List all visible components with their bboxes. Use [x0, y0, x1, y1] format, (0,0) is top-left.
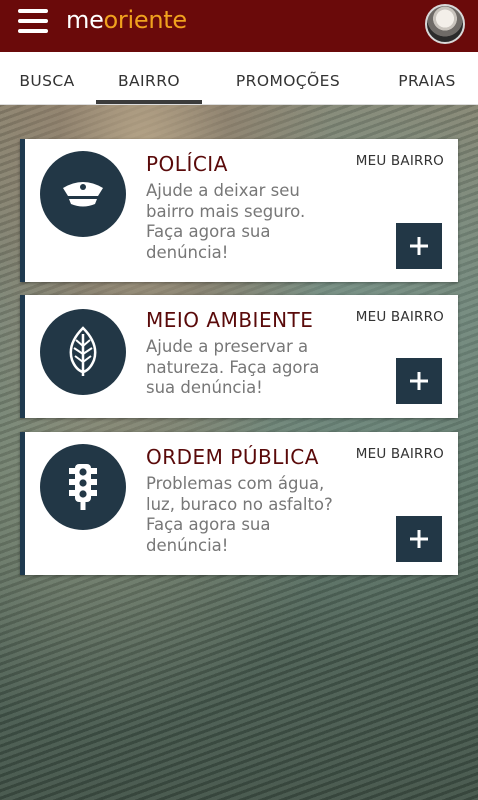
plus-icon	[410, 530, 428, 548]
brand-logo: meoriente	[66, 6, 187, 34]
add-report-button[interactable]	[396, 223, 442, 269]
card-title: ORDEM PÚBLICA	[146, 445, 319, 469]
card-title: MEIO AMBIENTE	[146, 308, 314, 332]
police-cap-icon	[40, 151, 126, 237]
card-description: Ajude a deixar seu bairro mais seguro. F…	[146, 181, 306, 262]
brand-suffix: oriente	[103, 6, 188, 34]
card-ordem-publica[interactable]: ORDEM PÚBLICA MEU BAIRRO Problemas com á…	[20, 432, 458, 575]
tab-promocoes[interactable]: PROMOÇÕES	[222, 52, 354, 104]
hamburger-menu-icon[interactable]	[18, 9, 48, 35]
card-scope: MEU BAIRRO	[355, 153, 444, 169]
leaf-icon	[40, 309, 126, 395]
app-header: meoriente	[0, 0, 478, 52]
user-avatar[interactable]	[425, 4, 465, 44]
card-meio-ambiente[interactable]: MEIO AMBIENTE MEU BAIRRO Ajude a preserv…	[20, 295, 458, 418]
tab-bar: BUSCA BAIRRO PROMOÇÕES PRAIAS	[0, 52, 478, 105]
card-scope: MEU BAIRRO	[355, 309, 444, 325]
traffic-light-icon	[40, 444, 126, 530]
brand-prefix: me	[66, 6, 104, 34]
card-policia[interactable]: POLÍCIA MEU BAIRRO Ajude a deixar seu ba…	[20, 139, 458, 282]
add-report-button[interactable]	[396, 516, 442, 562]
card-description: Problemas com água, luz, buraco no asfal…	[146, 474, 333, 555]
card-title: POLÍCIA	[146, 152, 228, 176]
tab-praias[interactable]: PRAIAS	[384, 52, 470, 104]
tab-bairro[interactable]: BAIRRO	[96, 52, 202, 104]
tab-busca[interactable]: BUSCA	[14, 52, 80, 104]
add-report-button[interactable]	[396, 358, 442, 404]
plus-icon	[410, 237, 428, 255]
card-scope: MEU BAIRRO	[355, 446, 444, 462]
card-description: Ajude a preservar a natureza. Faça agora…	[146, 337, 320, 397]
plus-icon	[410, 372, 428, 390]
